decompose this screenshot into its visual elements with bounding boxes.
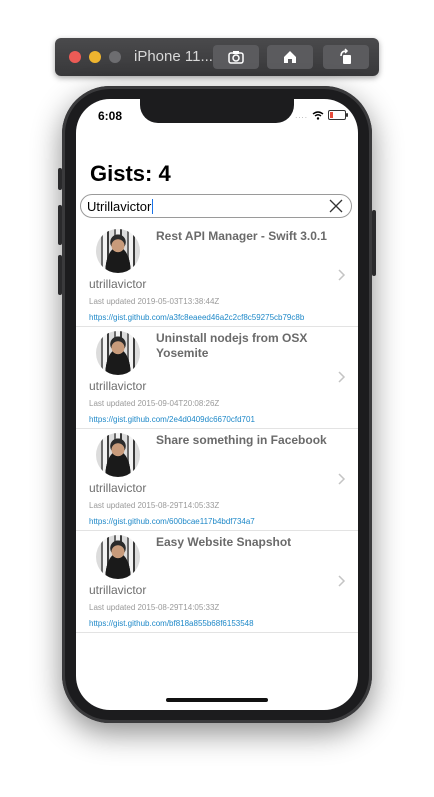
battery-icon [328, 110, 348, 120]
status-time: 6:08 [98, 109, 123, 123]
gist-url[interactable]: https://gist.github.com/bf818a855b68f615… [89, 619, 254, 628]
screenshot-button[interactable] [213, 45, 259, 69]
notch [140, 99, 294, 123]
status-icons: .... [295, 110, 348, 120]
gist-owner: utrillavictor [89, 583, 147, 597]
avatar [96, 535, 140, 579]
gist-url[interactable]: https://gist.github.com/600bcae117b4bdf7… [89, 517, 255, 526]
gist-updated: Last updated 2015-08-29T14:05:33Z [89, 501, 220, 510]
close-window-button[interactable] [69, 51, 81, 63]
gist-title: Share something in Facebook [156, 433, 327, 447]
clear-icon[interactable] [329, 199, 343, 213]
text-caret [152, 198, 154, 214]
avatar [96, 433, 140, 477]
search-input[interactable]: Utrillavictor [87, 199, 151, 214]
avatar [96, 331, 140, 375]
simulator-title: iPhone 11... [134, 48, 213, 65]
gist-owner: utrillavictor [89, 379, 147, 393]
zoom-window-button[interactable] [109, 51, 121, 63]
gist-url[interactable]: https://gist.github.com/2e4d0409dc6670cf… [89, 415, 255, 424]
gist-title: Easy Website Snapshot [156, 535, 292, 549]
volume-down-button [58, 255, 62, 295]
gist-updated: Last updated 2015-09-04T20:08:26Z [89, 399, 220, 408]
chevron-right-icon [338, 575, 346, 587]
search-field[interactable]: Utrillavictor [80, 194, 352, 218]
page-title: Gists: 4 [90, 161, 171, 186]
wifi-icon [312, 110, 324, 120]
home-button[interactable] [267, 45, 313, 69]
screenshot-icon [228, 51, 244, 64]
gist-row[interactable]: Easy Website Snapshot utrillavictor Last… [76, 531, 358, 633]
rotate-button[interactable] [323, 45, 369, 69]
volume-up-button [58, 205, 62, 245]
rotate-icon [340, 48, 351, 64]
mute-switch [58, 168, 62, 190]
home-indicator[interactable] [166, 698, 268, 702]
gist-title: Rest API Manager - Swift 3.0.1 [156, 229, 327, 243]
gist-updated: Last updated 2015-08-29T14:05:33Z [89, 603, 220, 612]
gist-owner: utrillavictor [89, 277, 147, 291]
simulator-toolbar: iPhone 11... [55, 38, 379, 76]
minimize-window-button[interactable] [89, 51, 101, 63]
device-screen: 6:08 .... Gists: 4 Utrillavictor Rest AP… [76, 99, 358, 710]
gist-row[interactable]: Share something in Facebook utrillavicto… [76, 429, 358, 531]
chevron-right-icon [338, 371, 346, 383]
gist-url[interactable]: https://gist.github.com/a3fc8eaeed46a2c2… [89, 313, 304, 322]
gist-row[interactable]: Rest API Manager - Swift 3.0.1 utrillavi… [76, 225, 358, 327]
gist-updated: Last updated 2019-05-03T13:38:44Z [89, 297, 220, 306]
signal-icon: .... [295, 110, 308, 120]
chevron-right-icon [338, 269, 346, 281]
chevron-right-icon [338, 473, 346, 485]
power-button [372, 210, 376, 276]
avatar [96, 229, 140, 273]
gist-list: Rest API Manager - Swift 3.0.1 utrillavi… [76, 225, 358, 633]
gist-owner: utrillavictor [89, 481, 147, 495]
battery-level [330, 112, 333, 118]
gist-row[interactable]: Uninstall nodejs from OSX Yosemite utril… [76, 327, 358, 429]
home-icon [284, 51, 296, 63]
gist-title: Uninstall nodejs from OSX Yosemite [156, 331, 308, 360]
